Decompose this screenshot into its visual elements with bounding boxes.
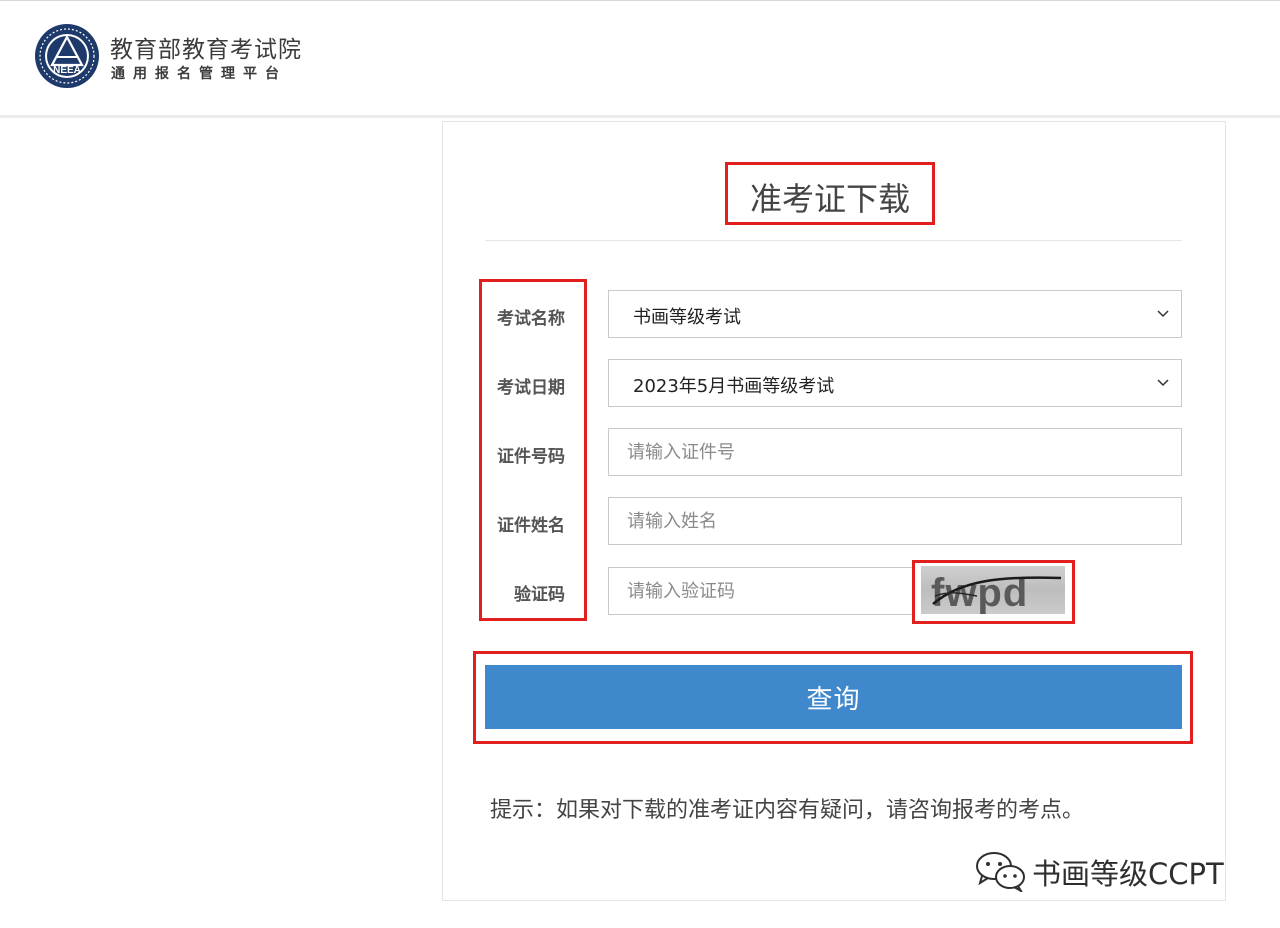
- neea-logo-icon: NEEA: [35, 24, 99, 88]
- wechat-icon: [976, 852, 1025, 892]
- captcha-image[interactable]: fwpd: [921, 566, 1065, 614]
- exam-name-value: 书画等级考试: [633, 307, 741, 328]
- page-title: 准考证下载: [750, 180, 911, 218]
- logo-text: NEEA: [53, 65, 81, 76]
- captcha-label: 验证码: [514, 585, 565, 605]
- exam-name-label: 考试名称: [497, 309, 565, 329]
- exam-date-select[interactable]: 2023年5月书画等级考试: [608, 359, 1182, 407]
- chevron-down-icon: [1157, 379, 1169, 387]
- site-header: NEEA 教育部教育考试院 通用报名管理平台: [0, 0, 1280, 118]
- query-button[interactable]: 查询: [485, 665, 1182, 729]
- chevron-down-icon: [1157, 310, 1169, 318]
- title-divider: [485, 240, 1182, 241]
- platform-name: 通用报名管理平台: [111, 66, 287, 82]
- hint-text: 提示：如果对下载的准考证内容有疑问，请咨询报考的考点。: [490, 798, 1085, 823]
- id-number-label: 证件号码: [497, 447, 565, 467]
- captcha-input[interactable]: [608, 567, 913, 615]
- exam-date-value: 2023年5月书画等级考试: [633, 376, 835, 397]
- id-name-input[interactable]: [608, 497, 1182, 545]
- watermark-text: 书画等级CCPT: [1032, 857, 1224, 891]
- id-number-input[interactable]: [608, 428, 1182, 476]
- exam-name-select[interactable]: 书画等级考试: [608, 290, 1182, 338]
- id-name-label: 证件姓名: [497, 516, 565, 536]
- captcha-graphic: fwpd: [931, 571, 1062, 614]
- exam-date-label: 考试日期: [497, 378, 565, 398]
- org-name: 教育部教育考试院: [110, 37, 302, 63]
